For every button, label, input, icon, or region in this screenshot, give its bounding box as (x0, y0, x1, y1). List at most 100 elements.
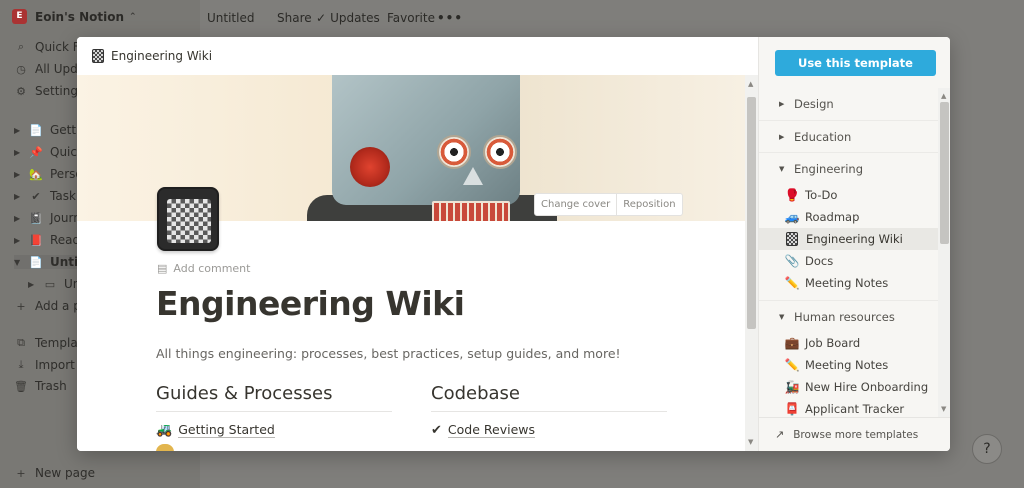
shapes-icon: ⧉ (17, 336, 25, 349)
template-group-human-resources[interactable]: ▼ Human resources (759, 300, 938, 332)
template-item-docs[interactable]: 📎 Docs (759, 250, 938, 272)
browse-more-label: Browse more templates (793, 428, 919, 441)
template-group-education[interactable]: ▶ Education (759, 120, 938, 152)
scroll-up-icon[interactable]: ▲ (941, 92, 946, 100)
sidebar-trash[interactable]: 🗑 Trash (14, 379, 67, 393)
arrow-up-right-icon: ↗ (775, 428, 785, 441)
sidebar-trash-label: Trash (35, 379, 67, 393)
checkmark-icon: ✔ (31, 189, 41, 203)
template-item-label: Job Board (805, 336, 861, 350)
plus-icon: + (16, 299, 26, 313)
scroll-down-icon[interactable]: ▼ (941, 405, 946, 413)
robot-eye (483, 135, 517, 169)
page-icon: 📄 (29, 255, 43, 269)
template-item-label: Applicant Tracker (805, 402, 905, 416)
help-button[interactable]: ? (972, 434, 1002, 464)
reposition-button[interactable]: Reposition (616, 194, 681, 215)
page-title: Engineering Wiki (156, 284, 465, 323)
template-item-roadmap[interactable]: 🚙 Roadmap (759, 206, 938, 228)
template-item-meeting-notes[interactable]: ✏️ Meeting Notes (759, 272, 938, 294)
robot-eye (437, 135, 471, 169)
checkmark-icon: ✓ (316, 11, 327, 25)
robot-mouth (432, 201, 510, 221)
add-comment-button[interactable]: ▤ Add comment (157, 262, 250, 275)
book-icon: 📕 (29, 233, 43, 247)
column-heading: Guides & Processes (156, 383, 392, 412)
column-heading: Codebase (431, 383, 667, 412)
sidebar-import[interactable]: ⤓ Import (14, 358, 75, 372)
group-label: Education (794, 129, 852, 144)
caret-right-icon: ▶ (779, 132, 785, 141)
template-preview: Engineering Wiki Change cover Reposition… (77, 37, 758, 451)
link-code-reviews[interactable]: ✔ Code Reviews (431, 422, 667, 438)
page-icon: 📄 (29, 123, 43, 137)
scrollbar-thumb[interactable] (940, 102, 949, 244)
plus-icon: + (16, 466, 26, 480)
pin-icon: 📌 (29, 145, 43, 159)
caret-down-icon: ▼ (779, 312, 785, 321)
change-cover-button[interactable]: Change cover (535, 194, 616, 215)
scroll-down-icon[interactable]: ▼ (748, 438, 753, 446)
group-label: Human resources (794, 309, 895, 324)
download-icon: ⤓ (18, 358, 24, 371)
workspace-switcher[interactable]: E Eoin's Notion ⌃ (12, 9, 137, 24)
cover-controls: Change cover Reposition (534, 193, 683, 216)
template-list-scrollbar[interactable]: ▲ ▼ (938, 88, 950, 417)
template-group-engineering[interactable]: ▼ Engineering (759, 152, 938, 184)
boxing-glove-icon: 🥊 (784, 188, 800, 202)
sidebar-settings[interactable]: ⚙ Settings (14, 84, 84, 98)
template-item-label: Roadmap (805, 210, 860, 224)
group-label: Engineering (794, 161, 863, 176)
sidebar-new-page[interactable]: + New page (14, 466, 95, 480)
add-comment-label: Add comment (173, 262, 251, 275)
updates-label: Updates (330, 11, 380, 25)
next-item-icon-partial (156, 444, 174, 451)
more-options-icon[interactable]: ••• (437, 11, 463, 25)
pencil-icon: ✏️ (784, 276, 800, 290)
caret-down-icon: ▼ (779, 164, 785, 173)
postbox-icon: 📮 (784, 402, 800, 416)
comment-icon: ▤ (157, 262, 168, 275)
link-label: Getting Started (178, 422, 275, 438)
caret-right-icon: ▶ (14, 147, 21, 157)
template-item-todo[interactable]: 🥊 To-Do (759, 184, 938, 206)
browse-more-templates-link[interactable]: ↗ Browse more templates (759, 417, 950, 451)
caret-down-icon: ▼ (14, 257, 21, 267)
caret-right-icon: ▶ (14, 169, 21, 179)
caret-right-icon: ▶ (14, 191, 21, 201)
template-item-hr-meeting-notes[interactable]: ✏️ Meeting Notes (759, 354, 938, 376)
template-group-design[interactable]: ▶ Design (759, 88, 938, 120)
column-codebase: Codebase ✔ Code Reviews (431, 383, 667, 438)
preview-header-title: Engineering Wiki (111, 49, 213, 63)
preview-scrollbar[interactable]: ▲ ▼ (745, 75, 758, 451)
template-item-label: Docs (805, 254, 834, 268)
scrollbar-thumb[interactable] (747, 97, 756, 329)
template-item-label: Engineering Wiki (806, 232, 903, 246)
scroll-up-icon[interactable]: ▲ (748, 80, 753, 88)
robot-nose (463, 167, 483, 185)
template-item-label: Meeting Notes (805, 276, 889, 290)
clock-icon: ◷ (16, 62, 26, 76)
template-item-engineering-wiki[interactable]: Engineering Wiki (759, 228, 938, 250)
template-item-job-board[interactable]: 💼 Job Board (759, 332, 938, 354)
template-list: ▶ Design ▶ Education ▼ Engineering 🥊 To-… (759, 88, 938, 417)
pencil-icon: ✏️ (784, 358, 800, 372)
template-item-label: New Hire Onboarding (805, 380, 929, 394)
template-item-applicant-tracker[interactable]: 📮 Applicant Tracker (759, 398, 938, 417)
chevron-updown-icon: ⌃ (129, 11, 137, 22)
car-icon: 🚙 (784, 210, 800, 224)
notebook-icon (92, 49, 104, 63)
link-getting-started[interactable]: 🚜 Getting Started (156, 422, 392, 438)
template-list-panel: Use this template ▶ Design ▶ Education ▼… (758, 37, 950, 451)
page-notebook-icon[interactable] (157, 187, 219, 251)
share-button[interactable]: Share (277, 11, 312, 25)
page-icon: ▭ (44, 277, 56, 291)
favorite-button[interactable]: Favorite (387, 11, 435, 25)
caret-right-icon: ▶ (14, 213, 21, 223)
topbar-page-title[interactable]: Untitled (207, 11, 254, 25)
updates-button[interactable]: ✓ Updates (316, 11, 380, 25)
template-item-new-hire-onboarding[interactable]: 🚂 New Hire Onboarding (759, 376, 938, 398)
use-template-button[interactable]: Use this template (775, 50, 936, 76)
train-icon: 🚂 (784, 380, 800, 394)
notebook-icon (786, 232, 798, 246)
